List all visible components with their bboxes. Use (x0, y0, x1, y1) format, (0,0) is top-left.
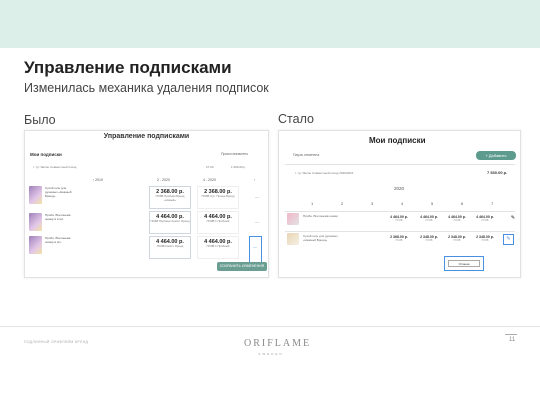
remove-icon[interactable]: — (255, 219, 259, 224)
save-changes-button[interactable]: СОХРАНИТЬ ИЗМЕНЕНИЯ (217, 262, 267, 271)
before-screenshot: Управление подписками Мои подписки Приос… (24, 130, 269, 278)
card-detail: ПОЗВ Компл. Бренд (156, 244, 184, 248)
after-address: г. тут Янсон Совместный поход 2020/2021 (295, 171, 354, 175)
before-product-row: Сухой гель для душевых «Нежный Бренд» (29, 186, 89, 206)
cancel-button[interactable]: Отмена (448, 260, 480, 267)
before-price: 1 690.00 р. (231, 165, 247, 169)
before-product-row: Пробн. Всегонема номер в мл. (29, 236, 89, 256)
page-rule (505, 334, 517, 335)
price-cell[interactable]: 2 348.00 р. ПОЗВ (445, 235, 469, 242)
price-cell[interactable]: 2 348.00 р. ПОЗВ (473, 235, 497, 242)
before-nav-month[interactable]: 2 - 2020 (157, 178, 170, 182)
after-screenshot: Мои подписки Пауза отменена + Добавить г… (278, 130, 521, 278)
logo-name: ORIFLAME (244, 338, 312, 349)
before-section-title: Мои подписки (30, 152, 62, 157)
price-cell[interactable]: 2 368.00 р. ПОЗВ (387, 235, 411, 242)
card-detail: ПОЗВ 1 Пробный (206, 219, 230, 223)
product-image (287, 213, 299, 225)
year-label: 2020 (394, 186, 405, 191)
after-page-title: Мои подписки (369, 136, 426, 145)
month-number[interactable]: 5 (431, 201, 433, 206)
product-image (29, 236, 42, 254)
slide-subtitle: Изменилась механика удаления подписок (24, 81, 269, 95)
before-nav-month[interactable]: 4 - 2020 (203, 178, 216, 182)
price-cell[interactable]: 4 464.00 р. ПОЗВ (387, 215, 411, 222)
card-detail: ПОЗВ 1 Пробный (206, 244, 230, 248)
price-cell[interactable]: 4 464.00 р. ПОЗВ (473, 215, 497, 222)
before-page-title: Управление подписками (103, 133, 190, 140)
product-image (29, 213, 42, 231)
product-name: Сухой гель для душевых «Нежный Бренд» (303, 234, 338, 242)
after-pause-toggle[interactable]: Пауза отменена (293, 153, 319, 157)
card-detail: ПОЗВ Пробная Бренд «Новый» (155, 194, 185, 202)
before-address: г. тут Янсон Совместный поход (33, 165, 77, 169)
month-number[interactable]: 3 (371, 201, 373, 206)
edit-icon[interactable]: ✎ (501, 215, 520, 221)
product-image (29, 186, 42, 204)
card-detail: ПОЗВ Пробные Компл. Бренд (150, 219, 190, 223)
oriflame-logo: ORIFLAME SWEDEN (244, 333, 309, 356)
before-date: 27.03 (206, 165, 214, 169)
after-total: 7 530.00 р. (487, 170, 508, 175)
before-price-card[interactable]: 4 464.00 р. ПОЗВ Компл. Бренд (149, 236, 191, 259)
after-label: Стало (278, 112, 314, 126)
product-image (287, 233, 299, 245)
footer-text: ПОДЛИННЫЙ ОРИФЛЕЙМ БРЕНД (24, 340, 89, 344)
page-number: 11 (509, 337, 516, 343)
before-nav-prev[interactable]: ‹ 2019 (93, 178, 103, 182)
divider (285, 164, 515, 165)
before-price-card[interactable]: 4 464.00 р. ПОЗВ Пробные Компл. Бренд (149, 211, 191, 234)
card-detail: ПОЗВ Сух. Проще Бренд (201, 194, 235, 198)
month-number[interactable]: 4 (401, 201, 403, 206)
highlight-box: Отмена (444, 256, 484, 271)
product-name: Пробн. Всегонема номер в мл. (45, 236, 71, 244)
product-name: Пробн. Всегонема номер в в мл. (45, 213, 71, 221)
month-number[interactable]: 6 (461, 201, 463, 206)
price-cell[interactable]: 2 348.00 р. ПОЗВ (417, 235, 441, 242)
highlight-box (249, 236, 262, 264)
before-pause-toggle[interactable]: Приостановлено (221, 152, 248, 156)
slide-title: Управление подписками (24, 58, 232, 77)
product-name: Сухой гель для душевых «Нежный Бренд» (45, 186, 72, 198)
before-product-row: Пробн. Всегонема номер в в мл. (29, 213, 89, 233)
header-band (0, 0, 540, 48)
product-name: Пробн. Всегонема номер (303, 214, 339, 218)
price-cell[interactable]: 4 464.00 р. ПОЗВ (417, 215, 441, 222)
before-price-card[interactable]: 2 368.00 р. ПОЗВ Пробная Бренд «Новый» (149, 186, 191, 209)
divider (285, 231, 515, 232)
divider (285, 211, 515, 212)
remove-icon[interactable]: — (253, 244, 257, 249)
price-cell[interactable]: 4 464.00 р. ПОЗВ (445, 215, 469, 222)
before-price-card[interactable]: 4 464.00 р. ПОЗВ 1 Пробный (197, 211, 239, 234)
logo-sub: SWEDEN (258, 352, 284, 356)
month-number[interactable]: 7 (491, 201, 493, 206)
before-nav-next[interactable]: › (254, 178, 255, 182)
month-number[interactable]: 1 (311, 201, 313, 206)
add-subscription-button[interactable]: + Добавить (476, 151, 516, 160)
month-number[interactable]: 2 (341, 201, 343, 206)
before-label: Было (24, 113, 56, 127)
edit-icon[interactable]: ✎ (503, 234, 514, 245)
before-price-card[interactable]: 2 368.00 р. ПОЗВ Сух. Проще Бренд (197, 186, 239, 209)
remove-icon[interactable]: — (255, 194, 259, 199)
before-price-card[interactable]: 4 464.00 р. ПОЗВ 1 Пробный (197, 236, 239, 259)
footer-divider (0, 326, 540, 327)
